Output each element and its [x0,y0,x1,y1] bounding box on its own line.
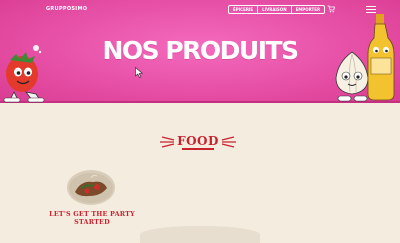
product-title[interactable]: LET'S GET THE PARTY STARTED [40,210,144,226]
top-nav: ÉPICERIE LIVRAISON EMPORTER [228,5,326,14]
brand-logo[interactable]: GRUPPOSIMO [46,6,87,12]
nav-livraison-button[interactable]: LIVRAISON [257,5,292,14]
section-title: FOOD [177,134,219,148]
nav-emporter-button[interactable]: EMPORTER [290,5,326,14]
product-image[interactable] [67,170,115,205]
section-heading-food: FOOD [160,133,236,153]
tomato-mascot-illustration [3,45,45,103]
mouse-cursor-icon [135,67,143,78]
oil-bottle-mascot-illustration [367,14,395,101]
background-decoration [140,226,260,243]
section-title-underline [182,148,214,150]
product-card[interactable]: LET'S GET THE PARTY STARTED [40,168,144,243]
hamburger-menu-icon[interactable] [366,6,376,13]
nav-epicerie-button[interactable]: ÉPICERIE [228,5,259,14]
hero-banner: GRUPPOSIMO ÉPICERIE LIVRAISON EMPORTER N… [0,0,400,103]
cart-icon[interactable] [327,5,335,13]
food-plate-illustration [69,173,113,203]
